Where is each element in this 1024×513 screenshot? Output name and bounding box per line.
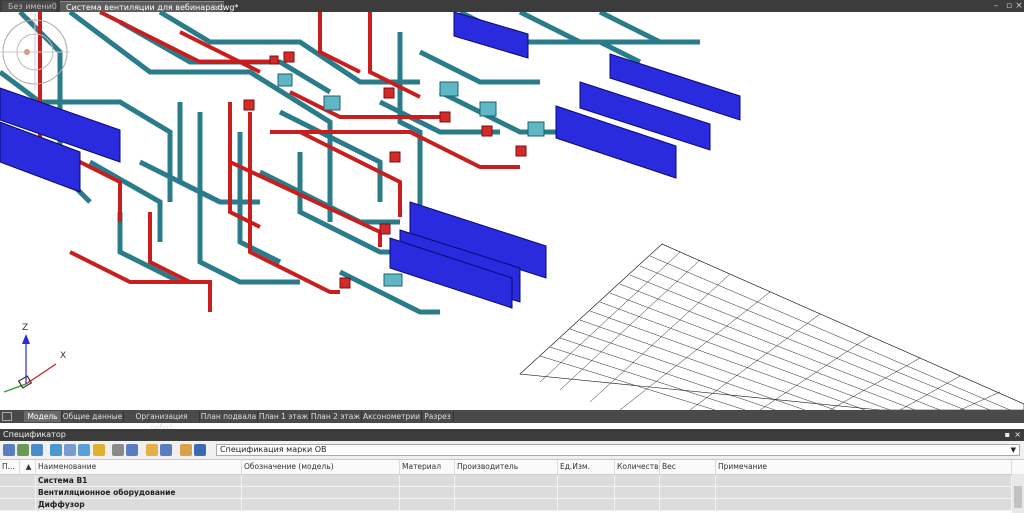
document-tab-strip: Без имени0 Система вентиляции для вебина… (0, 0, 1024, 12)
scroll-thumb[interactable] (1014, 486, 1022, 508)
save-icon[interactable] (194, 444, 206, 456)
tab-floor-2-plan[interactable]: План 2 этаж (310, 411, 362, 422)
model-viewport[interactable]: Z X (0, 12, 1024, 410)
col-manufacturer[interactable]: Производитель (455, 460, 558, 474)
tab-axonometry[interactable]: Аксонометрии (362, 411, 422, 422)
view-compass-icon[interactable] (0, 12, 70, 92)
refresh-icon[interactable] (31, 444, 43, 456)
tab-basement-plan[interactable]: План подвала (200, 411, 258, 422)
window-close-icon[interactable]: × (1013, 1, 1024, 11)
export-icon[interactable] (160, 444, 172, 456)
star-icon[interactable] (93, 444, 105, 456)
doc-tab-ventilation[interactable]: Система вентиляции для вебинара.dwg* × (60, 1, 238, 12)
ventilation-model-drawing: Z X (0, 12, 1024, 410)
print-icon[interactable] (146, 444, 158, 456)
ucs-axes (3, 334, 57, 393)
row-name: Система В1 (36, 475, 242, 486)
doc-tab-untitled[interactable]: Без имени0 (2, 1, 57, 12)
col-material[interactable]: Материал (400, 460, 455, 474)
add-row-icon[interactable] (50, 444, 62, 456)
minimize-icon[interactable]: – (990, 1, 1002, 11)
table-icon[interactable] (112, 444, 124, 456)
search-icon[interactable] (78, 444, 90, 456)
spec-table-header: П... ▲ Наименование Обозначение (модель)… (0, 460, 1024, 475)
col-designation[interactable]: Обозначение (модель) (242, 460, 400, 474)
tab-general-data[interactable]: Общие данные (62, 411, 124, 422)
specification-sheet-drawing (519, 243, 1024, 410)
spec-toolbar: Спецификация марки ОВ ▼ (0, 441, 1024, 460)
doc-tab-label: Без имени0 (8, 2, 57, 11)
row-name: Вентиляционное оборудование (36, 487, 242, 498)
tab-floor-1-plan[interactable]: План 1 этаж (258, 411, 310, 422)
cyan-duct-network (0, 12, 700, 315)
layout-menu-icon[interactable] (2, 412, 12, 421)
spec-panel-header: Спецификатор ▪ × (0, 429, 1024, 441)
table-row[interactable]: Вентиляционное оборудование (0, 487, 1024, 499)
find-icon[interactable] (180, 444, 192, 456)
spec-panel-title: Спецификатор (3, 430, 66, 439)
tab-model[interactable]: Модель (24, 411, 62, 422)
tab-section[interactable]: Разрез (422, 411, 454, 422)
col-weight[interactable]: Вес (660, 460, 716, 474)
filter-icon[interactable] (17, 444, 29, 456)
close-icon[interactable]: × (1014, 429, 1021, 441)
axis-z-label: Z (22, 323, 28, 333)
tab-work-organization[interactable]: Организация работ (124, 411, 200, 432)
col-name[interactable]: Наименование (36, 460, 242, 474)
table-row[interactable]: Диффузор (0, 499, 1024, 511)
col-quantity[interactable]: Количество (615, 460, 660, 474)
col-note[interactable]: Примечание (716, 460, 1012, 474)
chevron-down-icon: ▼ (1010, 446, 1016, 454)
settings-icon[interactable] (64, 444, 76, 456)
col-unit[interactable]: Ед.Изм. (558, 460, 615, 474)
layout-tab-bar: Модель Общие данные Организация работ Пл… (0, 410, 1024, 432)
table-row[interactable]: Система В1 (0, 475, 1024, 487)
sort-icon[interactable] (3, 444, 15, 456)
col-position[interactable]: П... (0, 460, 20, 474)
columns-icon[interactable] (126, 444, 138, 456)
pin-icon[interactable]: ▪ (1005, 429, 1010, 441)
vertical-scrollbar[interactable] (1012, 474, 1024, 513)
sort-up-icon[interactable]: ▲ (20, 460, 36, 474)
spec-type-select[interactable]: Спецификация марки ОВ ▼ (216, 444, 1020, 456)
axis-x-label: X (60, 351, 66, 361)
row-name: Диффузор (36, 499, 242, 510)
spec-type-value: Спецификация марки ОВ (220, 445, 327, 454)
